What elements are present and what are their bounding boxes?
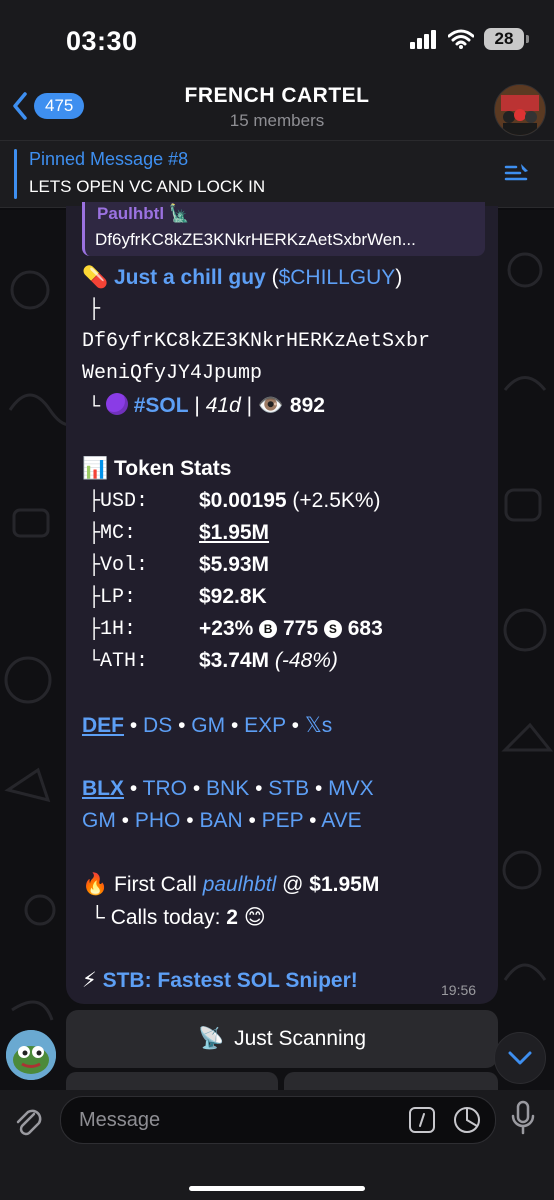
scroll-down-button[interactable] xyxy=(494,1032,546,1084)
stat-label-mc: ├MC: xyxy=(88,522,137,545)
chat-title[interactable]: FRENCH CARTEL xyxy=(0,84,554,108)
pinned-indicator xyxy=(14,149,17,199)
link-def[interactable]: DEF xyxy=(82,714,124,737)
stat-label-1h: ├1H: xyxy=(88,618,137,641)
link-tro[interactable]: TRO xyxy=(143,777,187,800)
link-ban[interactable]: BAN xyxy=(199,809,242,832)
pinned-text: LETS OPEN VC AND LOCK IN xyxy=(29,177,266,196)
link-exp[interactable]: EXP xyxy=(244,714,286,737)
stat-label-ath: └ATH: xyxy=(88,650,149,673)
link-gm[interactable]: GM xyxy=(191,714,225,737)
ticker-link[interactable]: $CHILLGUY xyxy=(279,266,396,289)
link-xs[interactable]: 𝕏s xyxy=(305,714,332,737)
fire-icon: 🔥 xyxy=(82,873,109,896)
composer: Message xyxy=(0,1090,554,1200)
eye-icon: 👁️ xyxy=(257,394,285,417)
calls-today-line: └ Calls today: 2 😊 xyxy=(90,906,266,929)
links-row-1: DEF • DS • GM • EXP • 𝕏s xyxy=(82,714,333,737)
message-time: 19:56 xyxy=(441,982,477,998)
address-line-1[interactable]: Df6yfrKC8kZE3KNkrHERKzAetSxbr xyxy=(82,330,430,353)
status-bar: 03:30 28 xyxy=(0,0,554,80)
chevron-down-icon xyxy=(508,1051,532,1065)
link-mvx[interactable]: MVX xyxy=(328,777,374,800)
stat-label-usd: ├USD: xyxy=(88,490,149,513)
command-icon[interactable] xyxy=(409,1107,435,1133)
tree-branch: ├ xyxy=(88,298,101,321)
stat-value-ath: $3.74M (-48%) xyxy=(199,649,338,672)
stats-heading: 📊 Token Stats xyxy=(82,457,232,480)
statue-icon: 🗽 xyxy=(168,204,190,223)
first-call-user-link[interactable]: paulhbtl xyxy=(203,873,277,896)
message-input[interactable]: Message xyxy=(60,1096,496,1144)
reply-preview[interactable]: Paulhbtl 🗽 Df6yfrKC8kZE3KNkrHERKzAetSxbr… xyxy=(82,202,485,256)
inline-button-left[interactable] xyxy=(66,1072,278,1092)
calls-today-count: 2 xyxy=(226,906,238,929)
signal-icon xyxy=(410,30,436,49)
stat-value-usd: $0.00195 (+2.5K%) xyxy=(199,489,381,512)
stat-value-1h: +23% B 775 S 683 xyxy=(199,617,383,640)
buy-count-icon: B xyxy=(259,620,278,638)
link-pho[interactable]: PHO xyxy=(135,809,181,832)
pill-icon: 💊 xyxy=(82,266,109,289)
link-blx[interactable]: BLX xyxy=(82,777,124,800)
first-call-value: $1.95M xyxy=(309,873,380,896)
first-call-line: 🔥 First Call paulhbtl @ $1.95M xyxy=(82,873,380,896)
link-bnk[interactable]: BNK xyxy=(206,777,249,800)
sticker-icon[interactable] xyxy=(453,1106,481,1134)
stat-value-mc[interactable]: $1.95M xyxy=(199,521,269,545)
member-count: 15 members xyxy=(229,111,325,130)
link-ave[interactable]: AVE xyxy=(321,809,361,832)
pinned-title: Pinned Message #8 xyxy=(29,149,189,169)
pin-list-icon[interactable] xyxy=(502,161,532,187)
link-pep[interactable]: PEP xyxy=(262,809,304,832)
bolt-icon: ⚡ xyxy=(82,969,97,992)
sender-avatar[interactable] xyxy=(6,1030,56,1080)
microphone-icon[interactable] xyxy=(510,1100,536,1136)
message-placeholder: Message xyxy=(79,1109,161,1131)
chat-header: 475 FRENCH CARTEL 15 members xyxy=(0,80,554,140)
links-row-2: BLX • TRO • BNK • STB • MVX xyxy=(82,777,374,800)
inline-button-right[interactable] xyxy=(284,1072,498,1092)
promo-link[interactable]: STB: Fastest SOL Sniper! xyxy=(103,969,358,992)
status-time: 03:30 xyxy=(66,26,138,56)
solana-dot-icon xyxy=(105,393,128,415)
stat-value-lp: $92.8K xyxy=(199,585,267,608)
reply-text: Df6yfrKC8kZE3KNkrHERKzAetSxbrWen... xyxy=(95,230,416,249)
link-stb[interactable]: STB xyxy=(268,777,309,800)
token-name-link[interactable]: Just a chill guy xyxy=(114,266,266,289)
paperclip-icon[interactable] xyxy=(12,1104,44,1138)
chain-tag-link[interactable]: #SOL xyxy=(134,394,189,417)
just-scanning-label: Just Scanning xyxy=(234,1027,367,1050)
home-indicator xyxy=(189,1186,365,1191)
promo-line: ⚡ STB: Fastest SOL Sniper! xyxy=(82,968,358,993)
just-scanning-button[interactable]: 📡 Just Scanning xyxy=(66,1010,498,1068)
stat-label-lp: ├LP: xyxy=(88,586,137,609)
reply-author: Paulhbtl 🗽 xyxy=(97,204,190,223)
battery-icon: 28 xyxy=(484,28,529,50)
links-row-3: GM • PHO • BAN • PEP • AVE xyxy=(82,809,362,832)
wifi-icon xyxy=(448,29,474,49)
sell-count-icon: S xyxy=(323,620,342,638)
link-gm-2[interactable]: GM xyxy=(82,809,116,832)
token-age: 41d xyxy=(205,394,241,417)
group-avatar[interactable] xyxy=(494,84,546,136)
chart-icon: 📊 xyxy=(82,457,109,480)
address-line-2[interactable]: WeniQfyJY4Jpump xyxy=(82,362,262,385)
link-ds[interactable]: DS xyxy=(143,714,172,737)
stat-label-vol: ├Vol: xyxy=(88,554,149,577)
stat-value-vol: $5.93M xyxy=(199,553,270,576)
token-title-line: 💊 Just a chill guy ($CHILLGUY) xyxy=(82,266,403,289)
pinned-message-bar[interactable]: Pinned Message #8 LETS OPEN VC AND LOCK … xyxy=(0,140,554,208)
smile-icon: 😊 xyxy=(243,906,266,929)
satellite-icon: 📡 xyxy=(197,1027,225,1050)
view-count: 892 xyxy=(289,394,325,417)
chain-line: └ #SOL | 41d | 👁️ 892 xyxy=(88,393,325,419)
